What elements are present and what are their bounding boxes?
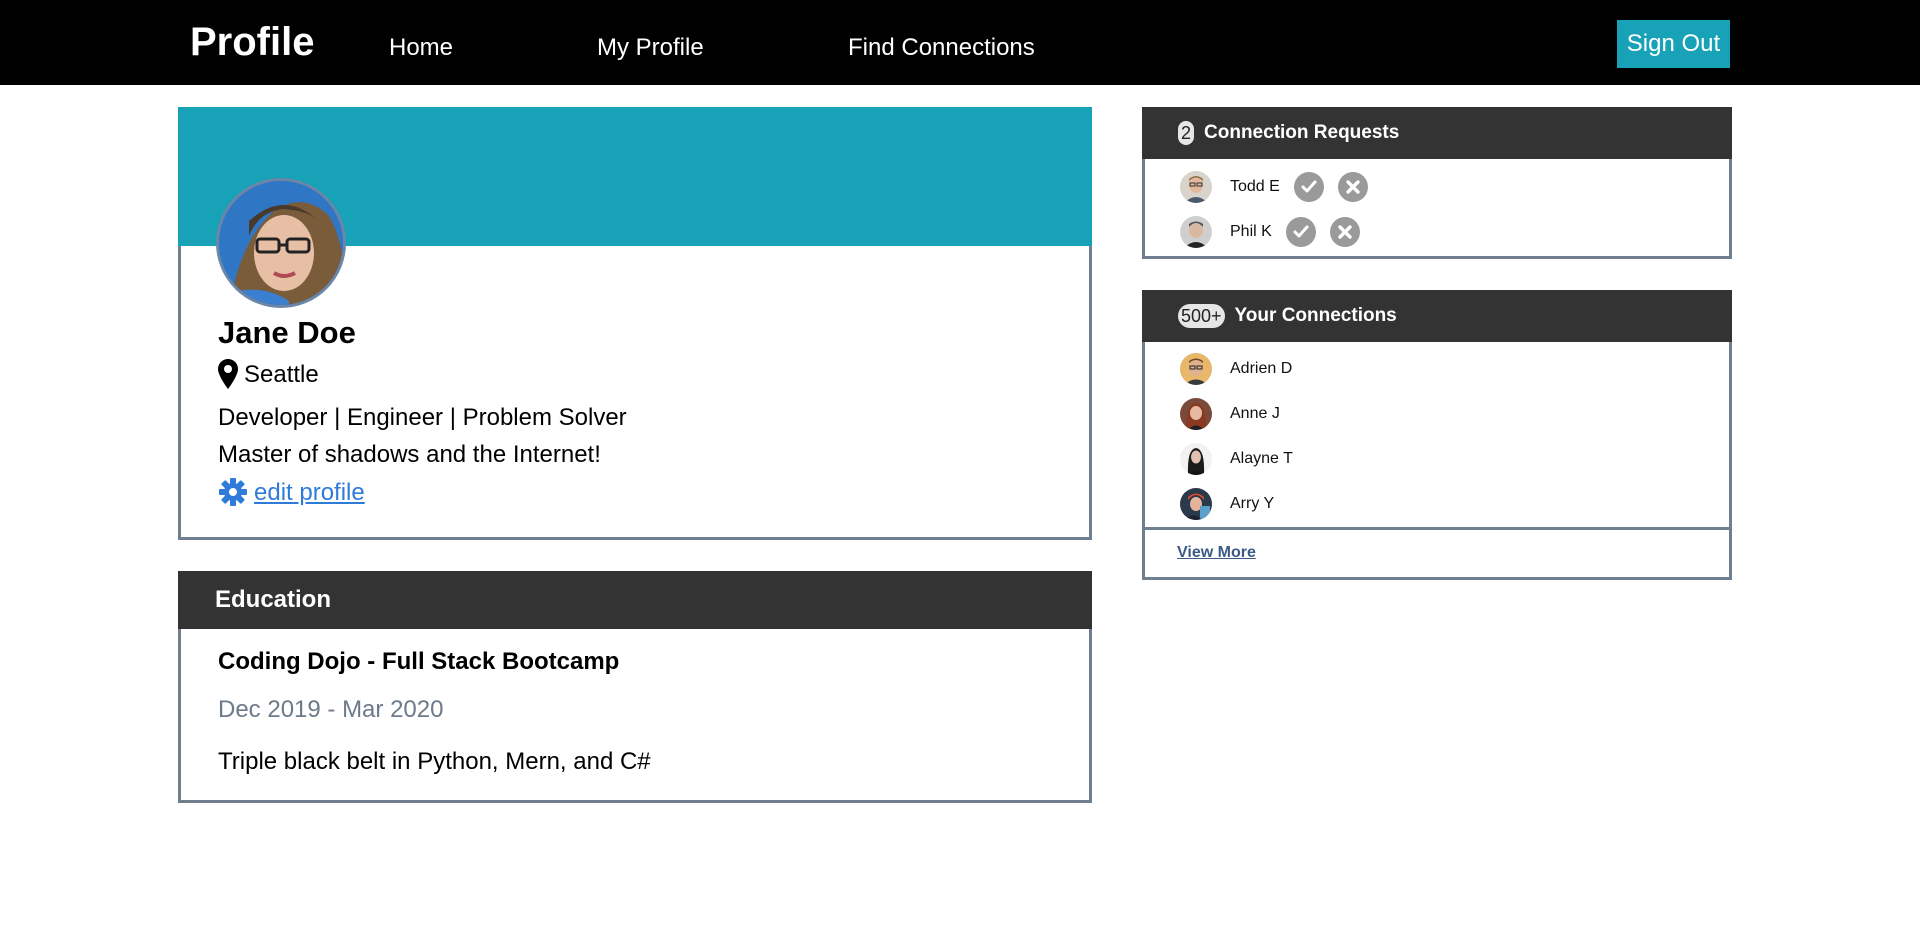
avatar — [1180, 443, 1212, 475]
your-connections-title: Your Connections — [1234, 305, 1397, 326]
connection-name: Arry Y — [1230, 495, 1275, 512]
connection-requests-header: 2 Connection Requests — [1142, 107, 1732, 159]
avatar-image — [1180, 398, 1212, 430]
avatar — [1180, 398, 1212, 430]
avatar-image — [1180, 171, 1212, 203]
connection-item[interactable]: Alayne T — [1180, 442, 1293, 476]
gear-icon[interactable] — [218, 477, 248, 507]
close-icon — [1346, 180, 1360, 194]
edit-profile-row: edit profile — [218, 477, 365, 507]
view-more-footer: View More — [1145, 527, 1729, 577]
connection-requests-title: Connection Requests — [1204, 122, 1400, 143]
accept-request-button[interactable] — [1285, 217, 1316, 247]
profile-avatar — [216, 178, 346, 308]
request-name: Todd E — [1230, 178, 1280, 195]
connection-name: Alayne T — [1230, 450, 1293, 467]
profile-location: Seattle — [244, 361, 319, 388]
sign-out-button[interactable]: Sign Out — [1617, 20, 1730, 68]
view-more-link[interactable]: View More — [1177, 544, 1256, 562]
accept-request-button[interactable] — [1293, 172, 1324, 202]
profile-headline: Developer | Engineer | Problem Solver — [218, 404, 627, 431]
decline-request-button[interactable] — [1337, 172, 1368, 202]
avatar-image — [1180, 216, 1212, 248]
profile-bio: Master of shadows and the Internet! — [218, 441, 601, 468]
nav-link-my-profile[interactable]: My Profile — [597, 34, 704, 62]
top-nav: Profile Home My Profile Find Connections… — [0, 0, 1920, 85]
avatar — [1180, 216, 1212, 248]
connection-item[interactable]: Arry Y — [1180, 487, 1274, 521]
nav-link-find-connections[interactable]: Find Connections — [848, 34, 1035, 62]
connection-name: Anne J — [1230, 405, 1280, 422]
map-pin-icon — [218, 359, 238, 389]
profile-avatar-image — [219, 181, 343, 305]
avatar — [1180, 488, 1212, 520]
decline-request-button[interactable] — [1329, 217, 1360, 247]
avatar — [1180, 353, 1212, 385]
education-school: Coding Dojo - Full Stack Bootcamp — [218, 648, 620, 675]
connection-name: Adrien D — [1230, 360, 1293, 377]
connection-item[interactable]: Adrien D — [1180, 352, 1292, 386]
education-card: Education Coding Dojo - Full Stack Bootc… — [178, 571, 1092, 803]
request-item: Phil K — [1180, 215, 1360, 249]
edit-profile-link[interactable]: edit profile — [254, 479, 365, 507]
education-dates: Dec 2019 - Mar 2020 — [218, 696, 444, 723]
education-description: Triple black belt in Python, Mern, and C… — [218, 748, 651, 775]
avatar-image — [1180, 353, 1212, 385]
check-icon — [1301, 180, 1317, 193]
profile-card: Jane Doe Seattle Developer | Engineer | … — [178, 107, 1092, 540]
location-row: Seattle — [218, 359, 319, 389]
close-icon — [1338, 225, 1352, 239]
nav-link-home[interactable]: Home — [389, 34, 453, 62]
profile-name: Jane Doe — [218, 315, 356, 350]
avatar-image — [1180, 443, 1212, 475]
connection-requests-panel: 2 Connection Requests Todd E Phil K — [1142, 107, 1732, 259]
brand-title: Profile — [190, 20, 315, 64]
request-item: Todd E — [1180, 170, 1368, 204]
avatar-image — [1180, 488, 1212, 520]
connections-count-badge: 500+ — [1178, 304, 1225, 328]
your-connections-panel: 500+ Your Connections Adrien D Anne J Al… — [1142, 290, 1732, 580]
education-header: Education — [178, 571, 1092, 629]
avatar — [1180, 171, 1212, 203]
check-icon — [1293, 225, 1309, 238]
your-connections-header: 500+ Your Connections — [1142, 290, 1732, 342]
connection-item[interactable]: Anne J — [1180, 397, 1280, 431]
request-name: Phil K — [1230, 223, 1272, 240]
requests-count-badge: 2 — [1178, 121, 1195, 145]
